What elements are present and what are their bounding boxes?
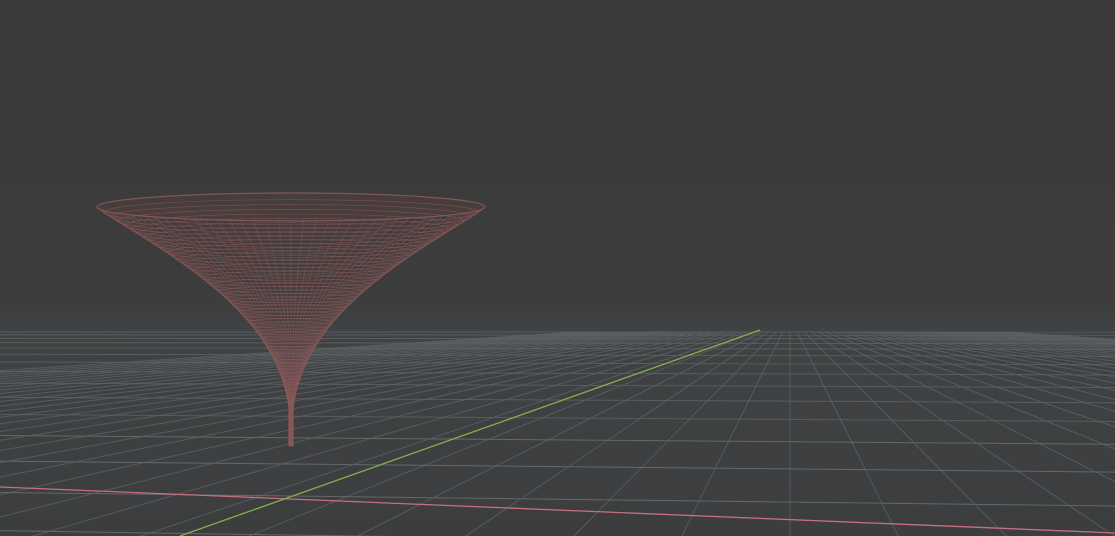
3d-viewport[interactable] bbox=[0, 0, 1115, 536]
viewport-background bbox=[0, 0, 1115, 536]
funnel-rim bbox=[96, 192, 486, 222]
viewport-scene[interactable] bbox=[0, 0, 1115, 536]
